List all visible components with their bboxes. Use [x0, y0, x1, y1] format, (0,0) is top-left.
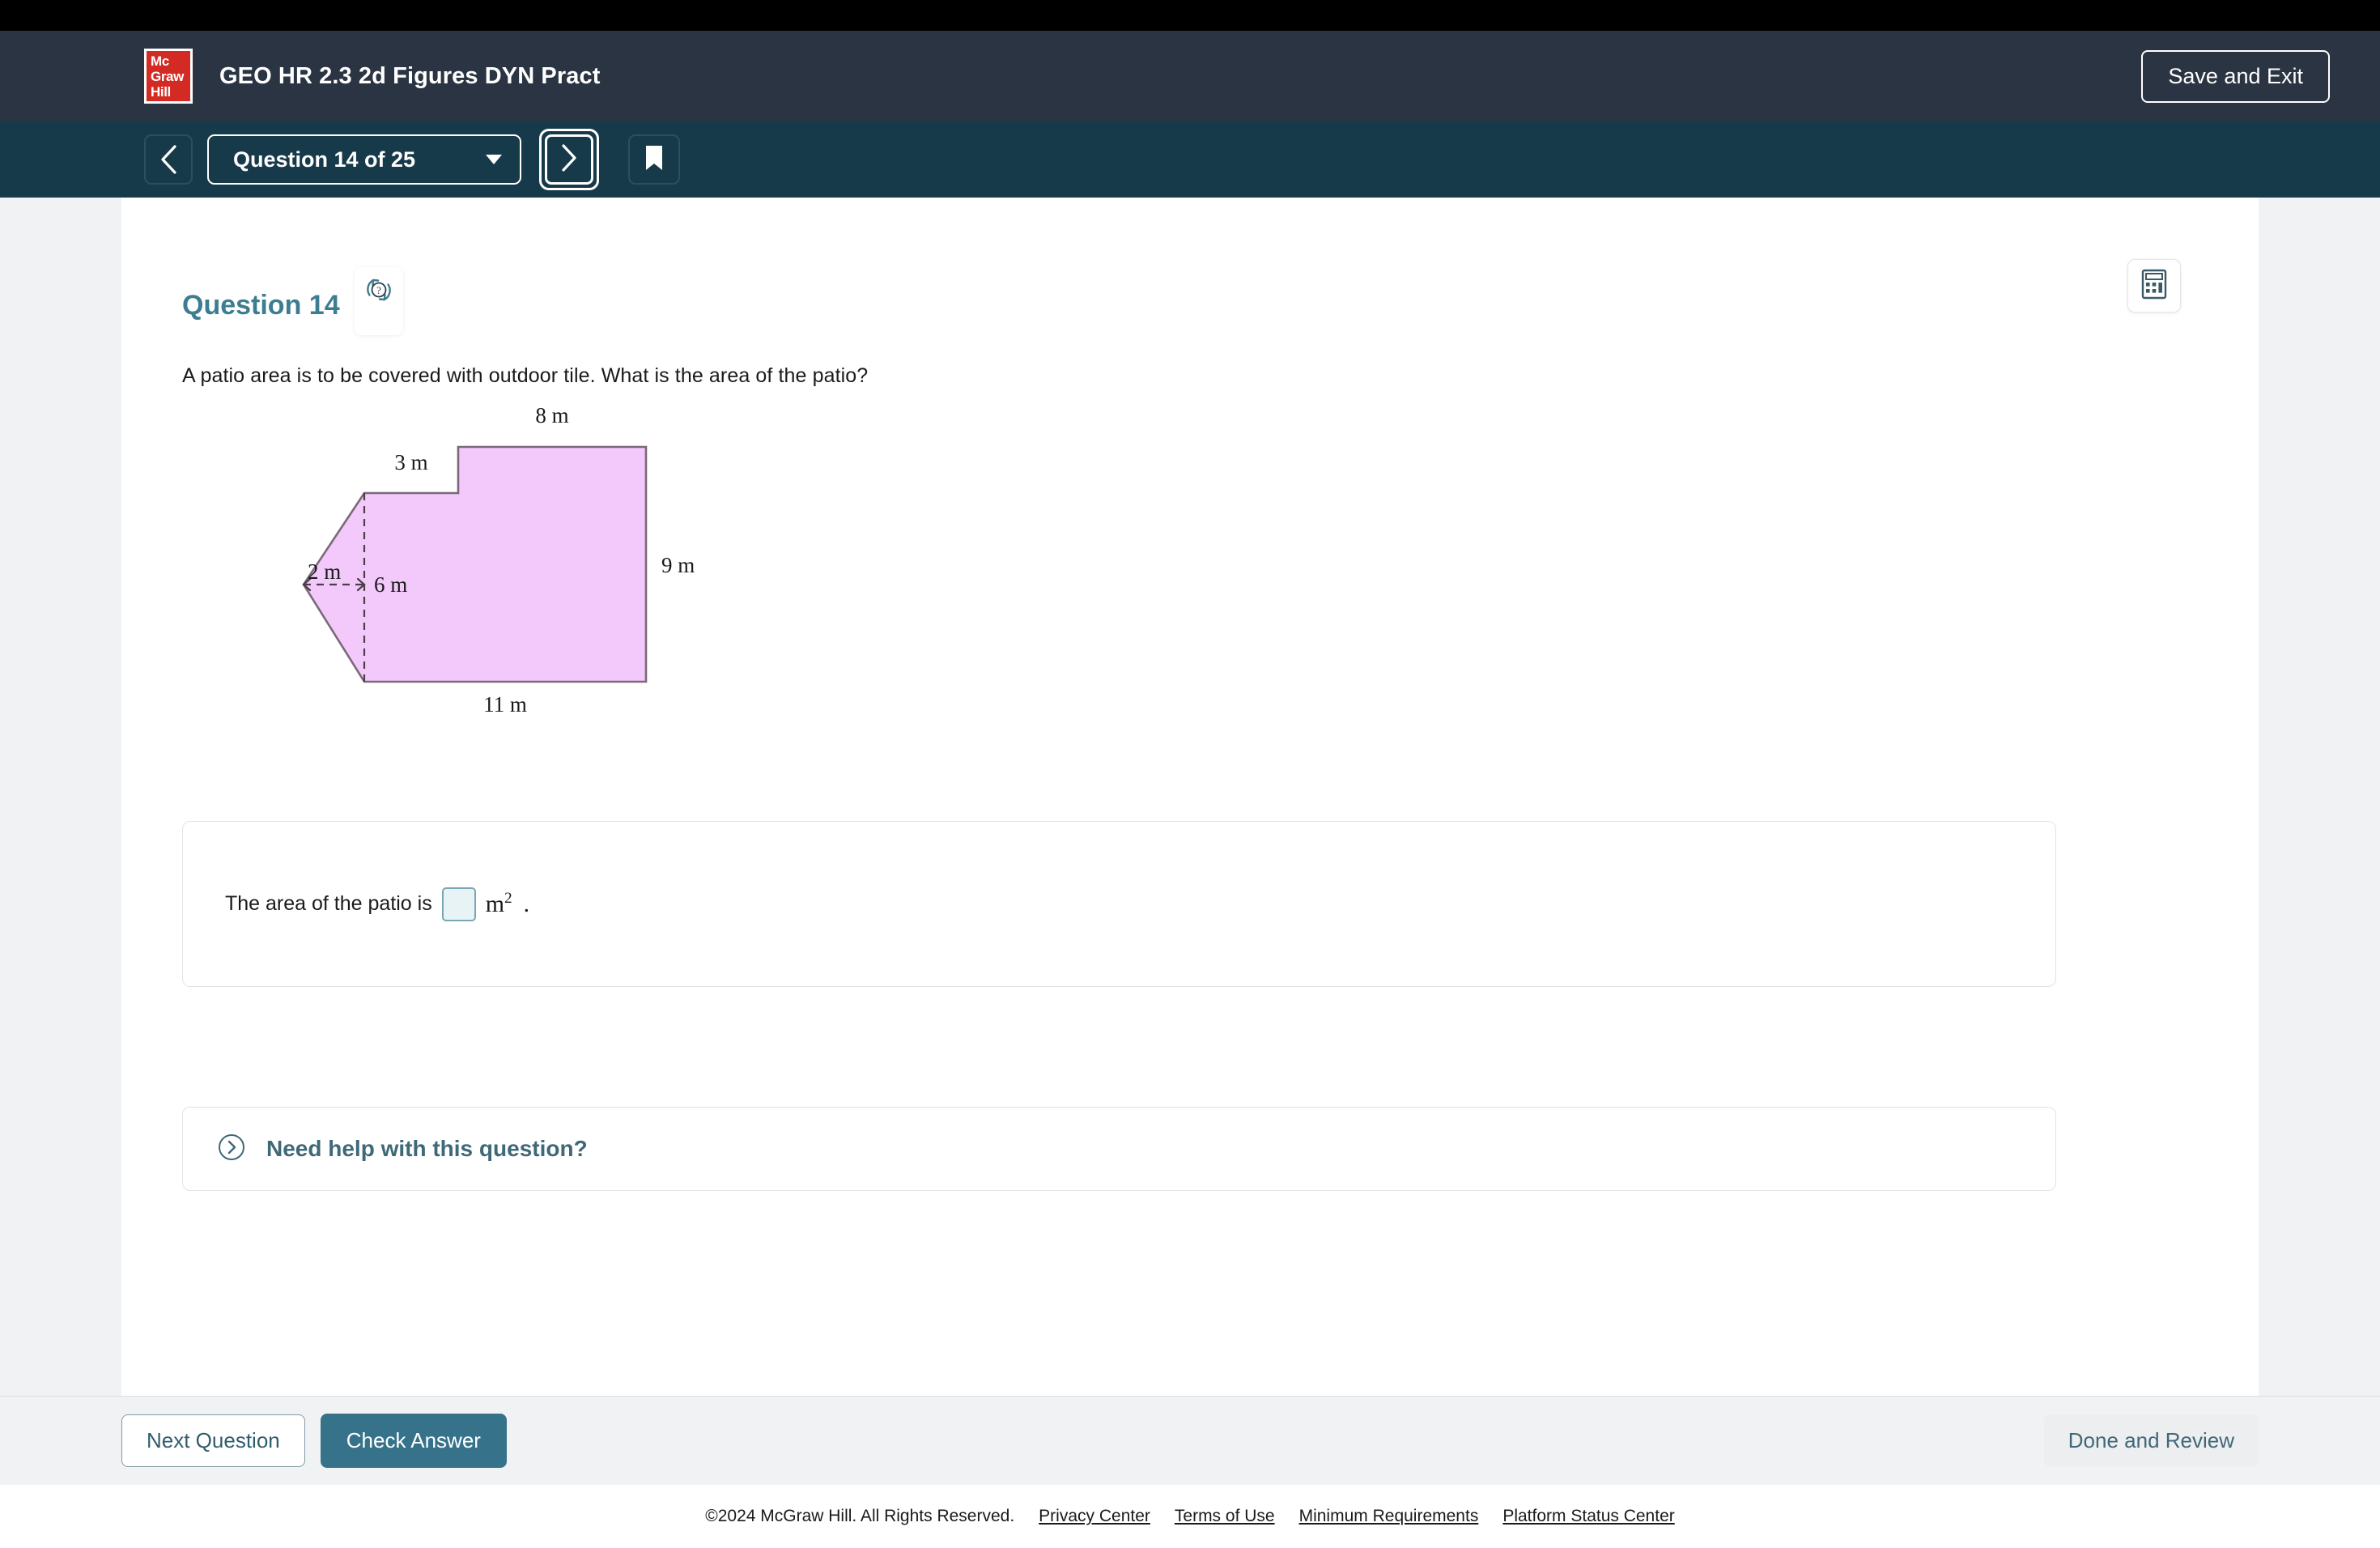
- save-and-exit-button[interactable]: Save and Exit: [2141, 49, 2330, 103]
- need-help-label: Need help with this question?: [266, 1136, 588, 1161]
- answer-period: .: [523, 890, 530, 917]
- chevron-left-icon: [158, 144, 179, 175]
- action-bar: Next Question Check Answer Done and Revi…: [0, 1396, 2380, 1485]
- question-content-panel: Question 14 ? A patio area is to be cove…: [121, 198, 2259, 1396]
- patio-composite-polygon: 8 m 3 m 2 m 6 m 9 m 11 m: [302, 403, 695, 717]
- next-question-nav-button[interactable]: [539, 129, 599, 190]
- brand-header: Mc Graw Hill GEO HR 2.3 2d Figures DYN P…: [0, 31, 2380, 121]
- legal-footer: ©2024 McGraw Hill. All Rights Reserved. …: [0, 1485, 2380, 1548]
- answer-statement: The area of the patio is m2 .: [225, 887, 529, 921]
- answer-input[interactable]: [441, 887, 476, 921]
- question-nav-bar: Question 14 of 25: [0, 121, 2380, 198]
- question-selector-dropdown[interactable]: Question 14 of 25: [207, 134, 521, 185]
- chevron-right-circle-icon: [218, 1133, 245, 1165]
- bookmark-icon: [644, 144, 665, 176]
- question-prompt: A patio area is to be covered with outdo…: [182, 364, 869, 387]
- privacy-center-link[interactable]: Privacy Center: [1039, 1507, 1150, 1526]
- terms-of-use-link[interactable]: Terms of Use: [1175, 1507, 1275, 1526]
- figure-label-top: 8 m: [535, 403, 568, 427]
- answer-unit: m2: [485, 890, 512, 917]
- question-selector-label: Question 14 of 25: [233, 147, 416, 172]
- page-title: Question 14: [182, 289, 340, 321]
- figure-container: 8 m 3 m 2 m 6 m 9 m 11 m: [121, 402, 2259, 730]
- figure-label-triangle-base: 6 m: [374, 572, 407, 597]
- answer-card: The area of the patio is m2 .: [182, 821, 2056, 987]
- bookmark-button[interactable]: [628, 134, 680, 185]
- previous-question-button[interactable]: [144, 134, 193, 185]
- calculator-button[interactable]: [2127, 259, 2181, 313]
- svg-text:?: ?: [376, 284, 381, 296]
- question-header: Question 14 ?: [121, 198, 2259, 335]
- top-black-strip: [0, 0, 2380, 31]
- figure-label-bottom: 11 m: [483, 692, 527, 717]
- refresh-question-icon: ?: [363, 274, 395, 310]
- calculator-icon: [2140, 269, 2168, 304]
- answer-text-before: The area of the patio is: [225, 892, 432, 915]
- minimum-requirements-link[interactable]: Minimum Requirements: [1299, 1507, 1479, 1526]
- next-question-button[interactable]: Next Question: [121, 1414, 305, 1467]
- done-and-review-button[interactable]: Done and Review: [2043, 1414, 2259, 1467]
- copyright-text: ©2024 McGraw Hill. All Rights Reserved.: [705, 1507, 1015, 1525]
- check-answer-button[interactable]: Check Answer: [320, 1414, 507, 1468]
- logo-line-3: Hill: [151, 83, 171, 100]
- figure-label-right: 9 m: [661, 553, 695, 577]
- logo-line-1: Mc: [151, 53, 169, 69]
- chevron-right-icon: [559, 143, 579, 176]
- need-help-section[interactable]: Need help with this question?: [182, 1107, 2056, 1191]
- mcgraw-hill-logo: Mc Graw Hill: [144, 49, 193, 104]
- figure-label-upper-left: 3 m: [394, 450, 427, 474]
- logo-line-2: Graw: [151, 68, 184, 84]
- chevron-down-icon: [486, 155, 502, 164]
- platform-status-center-link[interactable]: Platform Status Center: [1502, 1507, 1674, 1526]
- assignment-title: GEO HR 2.3 2d Figures DYN Pract: [219, 62, 601, 89]
- page-body: Question 14 ? A patio area is to be cove…: [0, 198, 2380, 1548]
- figure-label-triangle-height: 2 m: [308, 559, 341, 584]
- refresh-question-button[interactable]: ?: [354, 267, 403, 335]
